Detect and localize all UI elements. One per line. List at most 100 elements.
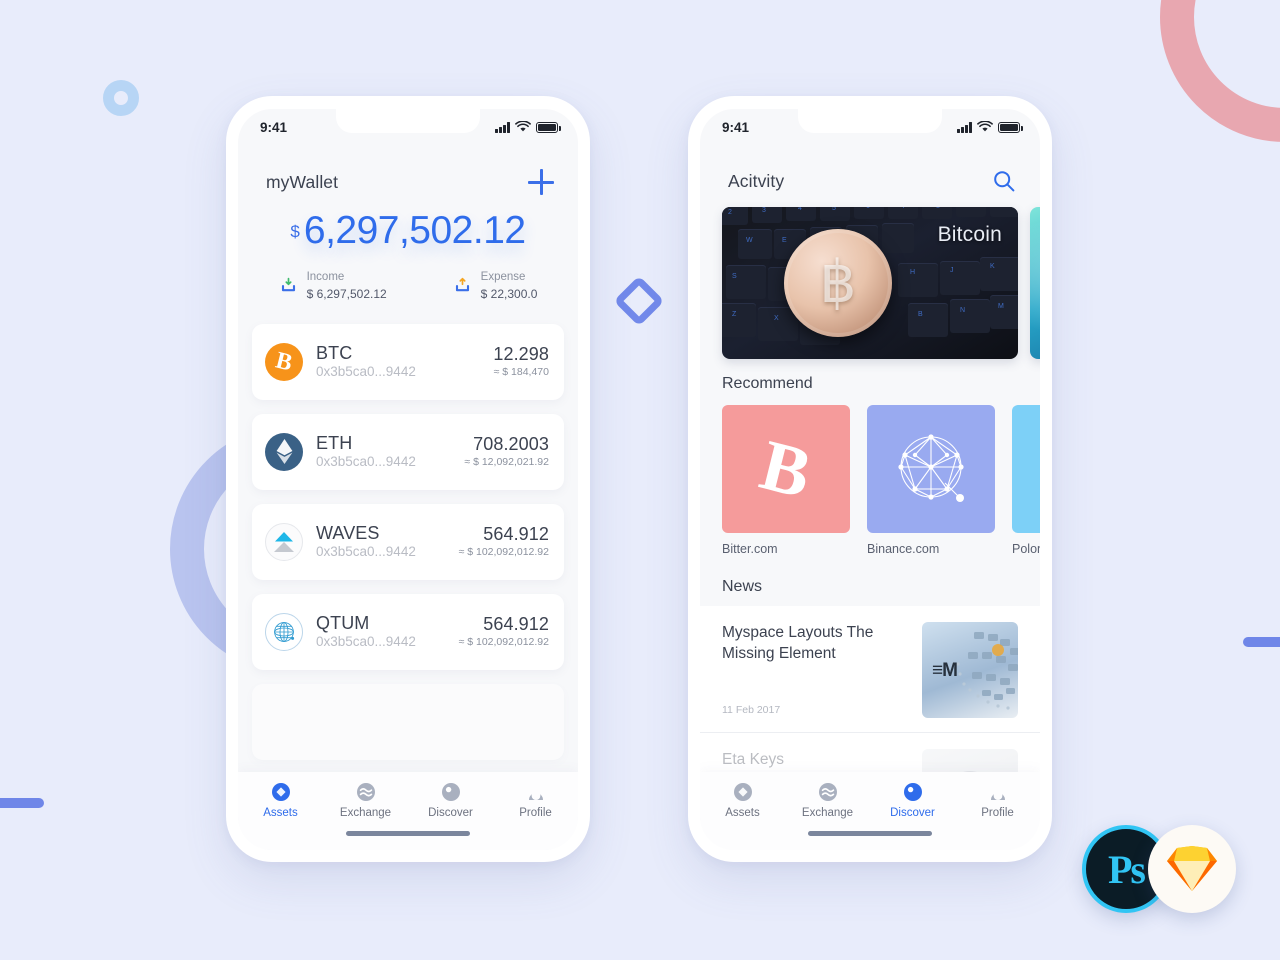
tab-exchange[interactable]: Exchange bbox=[323, 782, 408, 819]
poloniex-icon bbox=[1012, 405, 1040, 533]
asset-amount: 564.912 bbox=[483, 523, 549, 544]
phone-wallet: 9:41 myWallet $ 6,297,502.12 Income $ 6,… bbox=[226, 96, 590, 862]
exchange-waves-icon bbox=[818, 783, 837, 801]
tab-profile[interactable]: Profile bbox=[493, 782, 578, 819]
ibm-servers-photo: ≡M bbox=[922, 622, 1018, 718]
banner-secondary[interactable] bbox=[1030, 207, 1040, 359]
tab-label: Discover bbox=[428, 807, 473, 819]
ring-blue-small-decoration bbox=[103, 80, 139, 116]
battery-full-icon bbox=[536, 122, 561, 133]
news-item-title: Eta Keys bbox=[722, 751, 785, 768]
table-row[interactable]: ETH 0x3b5ca0...9442 708.2003 ≈ $ 12,092,… bbox=[252, 413, 564, 490]
expense-value: $ 22,300.0 bbox=[480, 286, 538, 301]
asset-symbol: WAVES bbox=[316, 523, 380, 544]
binance-network-sphere-icon bbox=[867, 405, 995, 533]
expense-summary: Expense $ 22,300.0 bbox=[453, 270, 538, 302]
asset-address: 0x3b5ca0...9442 bbox=[316, 453, 416, 469]
bitcoin-coin-photo: ฿ bbox=[784, 229, 892, 337]
home-indicator[interactable] bbox=[346, 831, 470, 836]
asset-symbol: ETH bbox=[316, 433, 353, 454]
asset-fiat: ≈ $ 12,092,021.92 bbox=[464, 456, 549, 469]
income-summary: Income $ 6,297,502.12 bbox=[279, 270, 387, 302]
table-row[interactable]: WAVES 0x3b5ca0...9442 564.912 ≈ $ 102,09… bbox=[252, 503, 564, 580]
tab-assets[interactable]: Assets bbox=[700, 782, 785, 819]
tab-bar-activity: Assets Exchange Discover Profile bbox=[700, 772, 1040, 850]
tab-assets[interactable]: Assets bbox=[238, 782, 323, 819]
asset-address: 0x3b5ca0...9442 bbox=[316, 363, 416, 379]
activity-screen: 9:41 Acitvity Z X S H J K B N M W E 2 3 … bbox=[700, 109, 1040, 850]
recommend-name: Binance.com bbox=[867, 542, 940, 556]
banner-carousel[interactable]: ZX SH JK BN M WE 23 45 67 89 ฿ Bitcoin bbox=[700, 193, 1040, 359]
search-icon[interactable] bbox=[992, 169, 1016, 193]
discover-compass-icon bbox=[903, 783, 922, 801]
tab-label: Profile bbox=[981, 807, 1014, 819]
status-time: 9:41 bbox=[260, 119, 288, 135]
news-title: News bbox=[722, 578, 763, 595]
notch bbox=[336, 109, 480, 133]
banner-bitcoin[interactable]: ZX SH JK BN M WE 23 45 67 89 ฿ Bitcoin bbox=[722, 207, 1018, 359]
asset-list: B BTC 0x3b5ca0...9442 12.298 ≈ $ 184,470 bbox=[238, 302, 578, 760]
recommend-name: Poloniex.com bbox=[1012, 542, 1040, 556]
recommend-row[interactable]: B Bitter.com Binance.com Polo bbox=[700, 393, 1040, 556]
discover-compass-icon bbox=[441, 783, 460, 801]
bitcoin-coin-icon: B bbox=[265, 342, 303, 381]
list-item[interactable]: Poloniex.com bbox=[1012, 405, 1040, 556]
assets-diamond-icon bbox=[271, 783, 290, 801]
income-value: $ 6,297,502.12 bbox=[306, 286, 387, 301]
list-item[interactable]: B Bitter.com bbox=[722, 405, 850, 556]
recommend-name: Bitter.com bbox=[722, 542, 778, 556]
asset-fiat: ≈ $ 102,092,012.92 bbox=[458, 546, 549, 559]
activity-header: Acitvity bbox=[700, 143, 1040, 193]
balance-block: $ 6,297,502.12 Income $ 6,297,502.12 Exp… bbox=[238, 195, 578, 302]
list-item[interactable]: Myspace Layouts The Missing Element 11 F… bbox=[700, 606, 1040, 733]
photoshop-label: Ps bbox=[1108, 846, 1146, 892]
qtum-coin-icon bbox=[265, 612, 303, 651]
table-row[interactable]: QTUM 0x3b5ca0...9442 564.912 ≈ $ 102,092… bbox=[252, 593, 564, 670]
list-item[interactable]: Binance.com bbox=[867, 405, 995, 556]
profile-person-icon bbox=[990, 791, 1005, 800]
sketch-badge bbox=[1148, 825, 1236, 913]
tab-label: Exchange bbox=[801, 807, 854, 819]
wifi-icon bbox=[977, 121, 993, 132]
tab-discover[interactable]: Discover bbox=[870, 782, 955, 819]
ring-pink-decoration bbox=[1160, 0, 1280, 142]
asset-symbol: QTUM bbox=[316, 613, 370, 634]
income-expense-summary: Income $ 6,297,502.12 Expense $ 22,300.0 bbox=[238, 270, 578, 302]
page-title: Acitvity bbox=[728, 170, 785, 191]
plus-icon[interactable] bbox=[528, 169, 554, 195]
tab-label: Profile bbox=[519, 807, 552, 819]
asset-address: 0x3b5ca0...9442 bbox=[316, 633, 416, 649]
tab-bar-wallet: Assets Exchange Discover Profile bbox=[238, 772, 578, 850]
profile-person-icon bbox=[528, 791, 543, 800]
bitcoin-b-icon: B bbox=[722, 405, 850, 533]
ethereum-coin-icon bbox=[265, 432, 303, 471]
wifi-icon bbox=[515, 121, 531, 132]
asset-amount: 564.912 bbox=[483, 613, 549, 634]
status-time: 9:41 bbox=[722, 119, 750, 135]
tab-label: Assets bbox=[725, 807, 760, 819]
canvas: 9:41 myWallet $ 6,297,502.12 Income $ 6,… bbox=[0, 0, 1280, 960]
notch bbox=[798, 109, 942, 133]
asset-fiat: ≈ $ 184,470 bbox=[493, 366, 549, 379]
tab-profile[interactable]: Profile bbox=[955, 782, 1040, 819]
tab-exchange[interactable]: Exchange bbox=[785, 782, 870, 819]
income-tray-down-icon bbox=[279, 276, 298, 295]
tab-discover[interactable]: Discover bbox=[408, 782, 493, 819]
page-title: myWallet bbox=[266, 171, 339, 192]
battery-full-icon bbox=[998, 122, 1023, 133]
income-label: Income bbox=[306, 271, 345, 283]
signal-bars-icon bbox=[957, 122, 972, 133]
tab-label: Discover bbox=[890, 807, 935, 819]
asset-amount: 12.298 bbox=[493, 343, 549, 364]
asset-amount: 708.2003 bbox=[473, 433, 549, 454]
recommend-title: Recommend bbox=[722, 375, 813, 392]
news-item-date: 11 Feb 2017 bbox=[722, 704, 781, 716]
table-row[interactable]: B BTC 0x3b5ca0...9442 12.298 ≈ $ 184,470 bbox=[252, 323, 564, 400]
wallet-header: myWallet bbox=[238, 143, 578, 195]
expense-label: Expense bbox=[480, 271, 526, 283]
home-indicator[interactable] bbox=[808, 831, 932, 836]
phone-activity: 9:41 Acitvity Z X S H J K B N M W E 2 3 … bbox=[688, 96, 1052, 862]
exchange-waves-icon bbox=[356, 783, 375, 801]
diamond-outline-decoration bbox=[613, 275, 665, 327]
table-row-partial[interactable] bbox=[252, 683, 564, 760]
